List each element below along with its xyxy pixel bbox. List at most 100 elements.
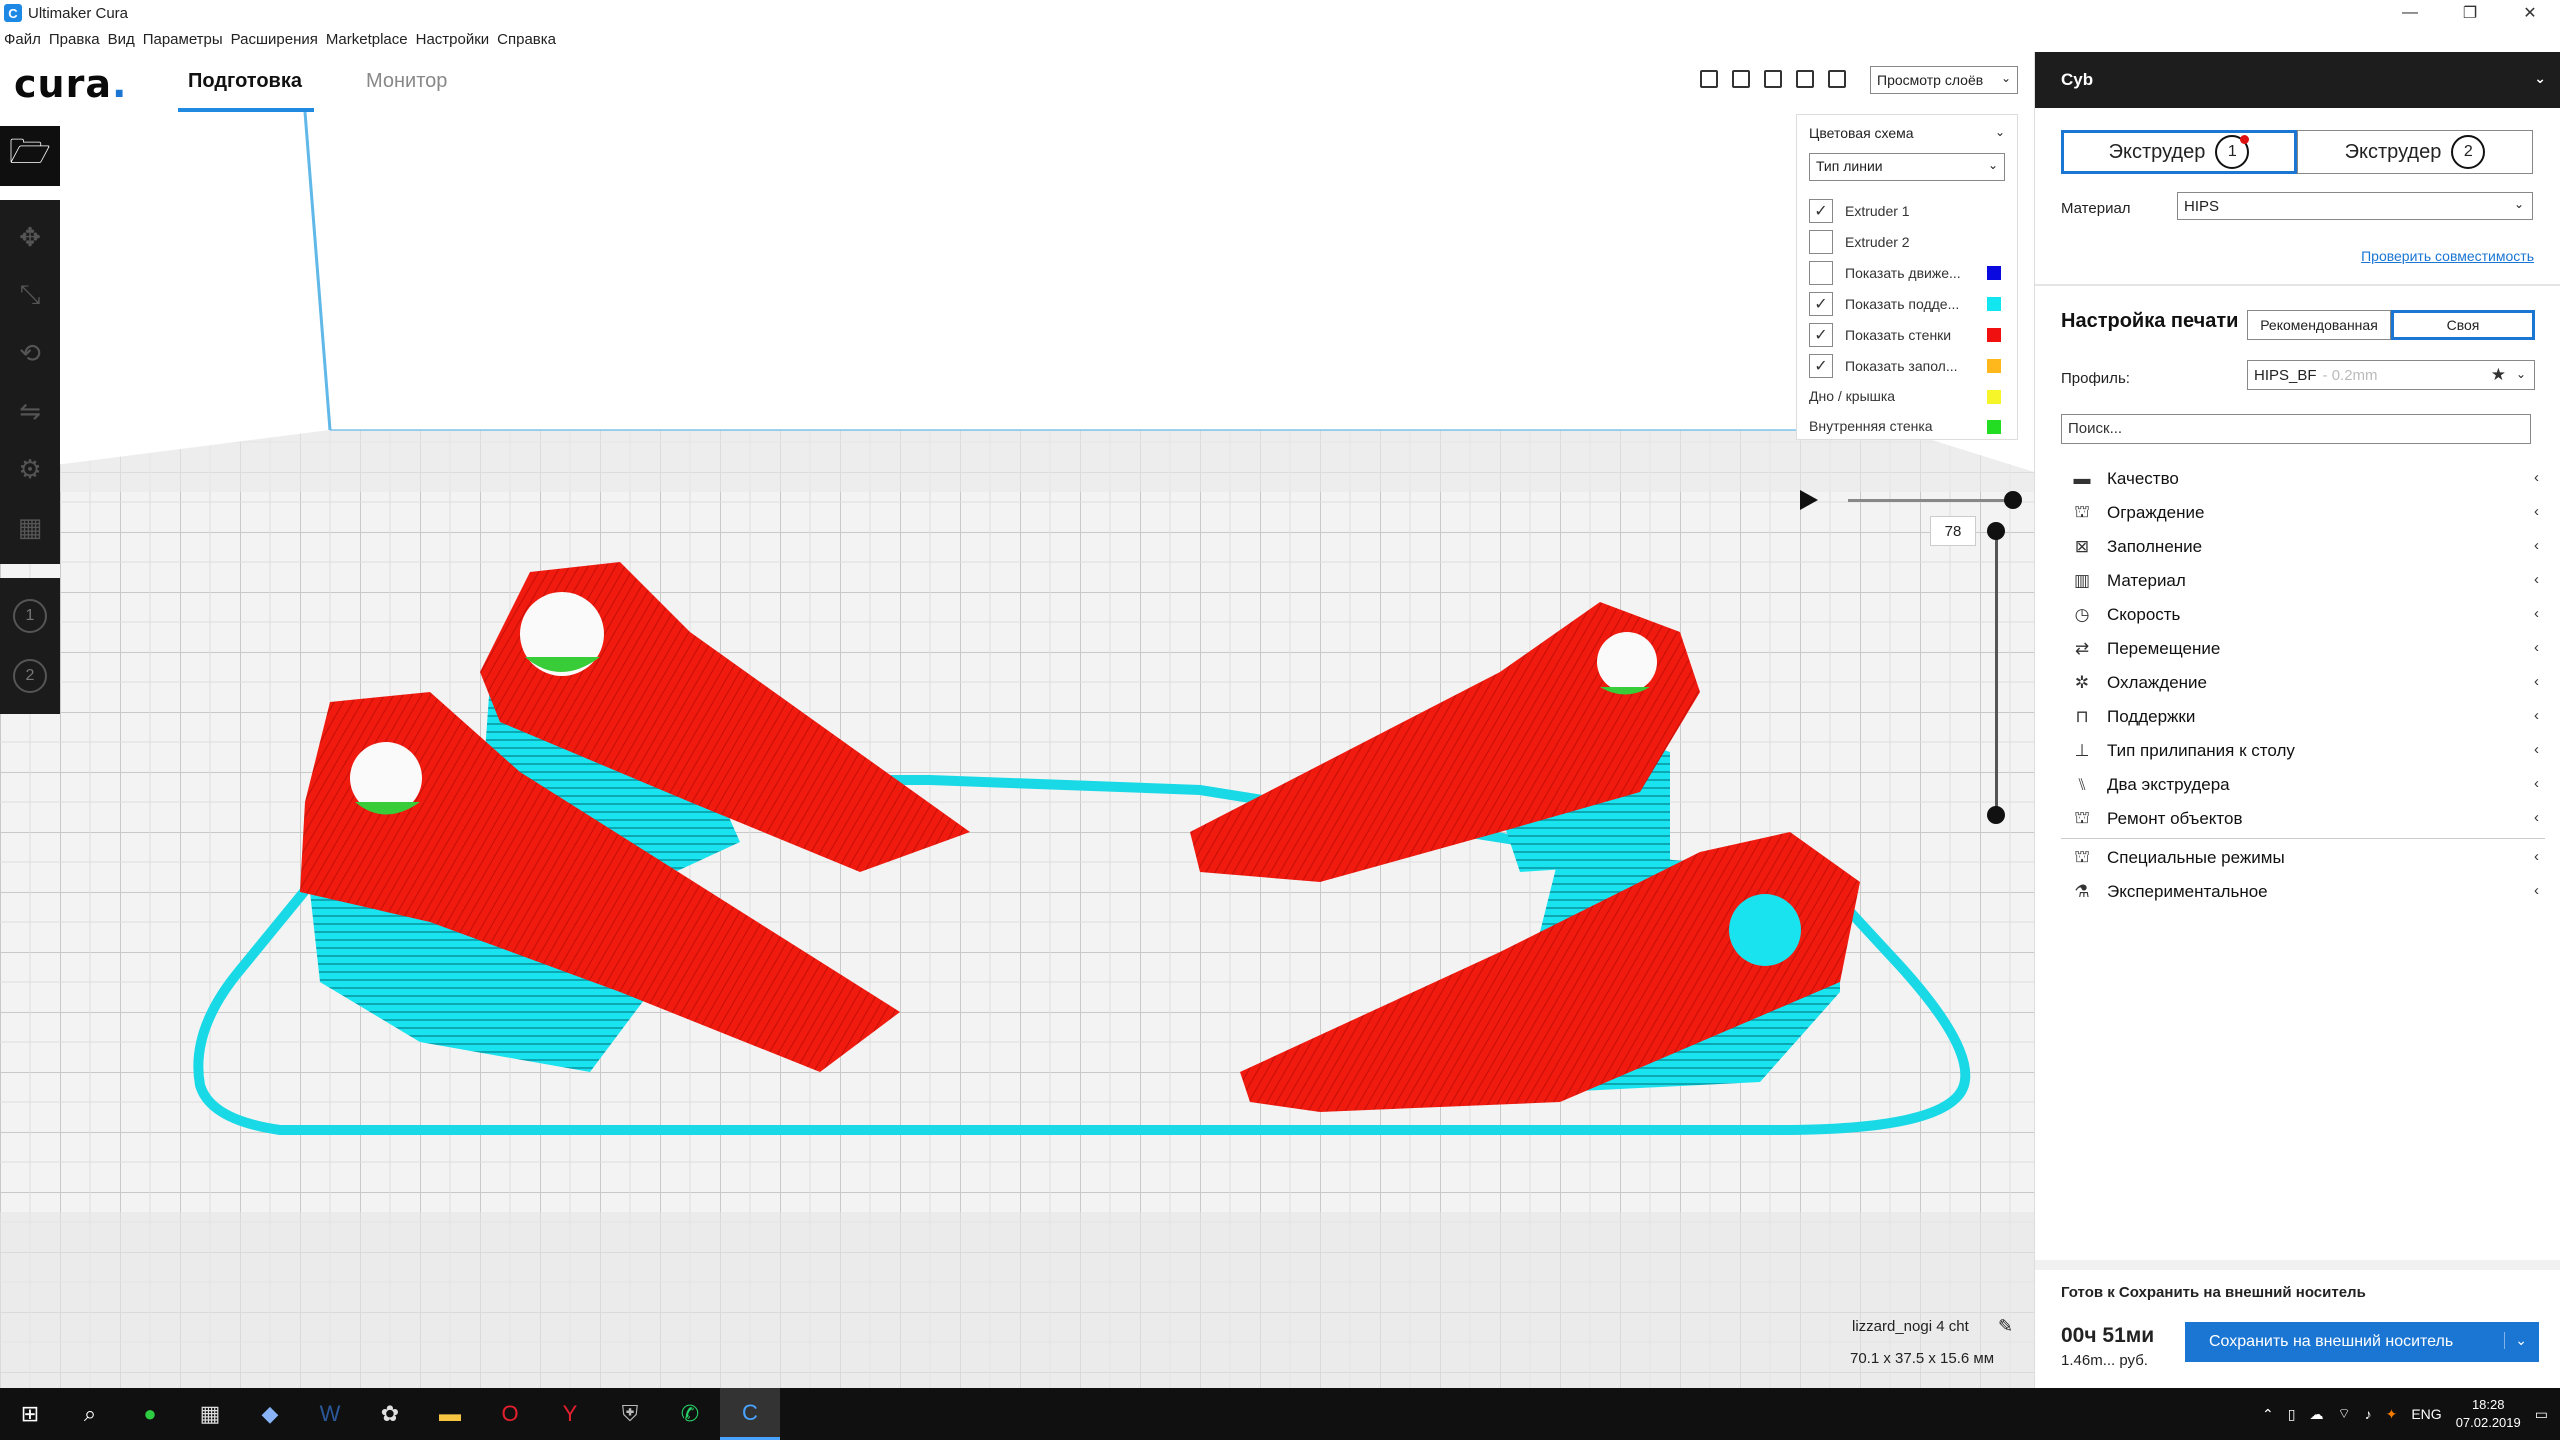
menu-preferences[interactable]: Настройки — [416, 31, 490, 48]
game-icon[interactable]: ⛨ — [600, 1388, 660, 1440]
checkbox[interactable]: ✓ — [1809, 291, 1833, 316]
support-blocker-icon[interactable]: ▦ — [0, 498, 60, 556]
category-dual-extrusion[interactable]: ⑊ Два экструдера ‹ — [2061, 768, 2545, 802]
path-slider-track[interactable] — [1848, 499, 2012, 502]
scheme-item-infill[interactable]: ✓ Показать запол... — [1809, 350, 2005, 381]
extruder-2-selector[interactable]: 2 — [0, 646, 60, 706]
line-type-select[interactable]: Тип линии ⌄ — [1809, 153, 2005, 181]
star-icon[interactable]: ★ — [2491, 365, 2506, 385]
maximize-button[interactable]: ❐ — [2440, 0, 2500, 26]
3d-viewport[interactable] — [0, 112, 2034, 1388]
scheme-item-walls[interactable]: ✓ Показать стенки — [1809, 319, 2005, 350]
cura-taskbar-icon[interactable]: C — [720, 1388, 780, 1440]
scheme-item-support[interactable]: ✓ Показать подде... — [1809, 288, 2005, 319]
checkbox[interactable]: ✓ — [1809, 353, 1833, 378]
view-3d-icon[interactable] — [1700, 70, 1718, 88]
tab-prepare[interactable]: Подготовка — [188, 70, 302, 93]
chevron-down-icon[interactable]: ⌄ — [2504, 1332, 2527, 1349]
notes-icon[interactable]: ◆ — [240, 1388, 300, 1440]
edit-pencil-icon[interactable]: ✎ — [1998, 1316, 2013, 1337]
menu-settings[interactable]: Параметры — [143, 31, 223, 48]
per-model-settings-icon[interactable]: ⚙ — [0, 440, 60, 498]
opera-icon[interactable]: O — [480, 1388, 540, 1440]
path-slider-handle[interactable] — [2004, 491, 2022, 509]
category-travel[interactable]: ⇄ Перемещение ‹ — [2061, 632, 2545, 666]
mode-custom-button[interactable]: Своя — [2391, 310, 2535, 340]
cloud-icon[interactable]: ☁ — [2309, 1406, 2323, 1423]
close-button[interactable]: ✕ — [2500, 0, 2560, 26]
category-cooling[interactable]: ✲ Охлаждение ‹ — [2061, 666, 2545, 700]
utorrent-icon[interactable]: ● — [120, 1388, 180, 1440]
view-front-icon[interactable] — [1732, 70, 1750, 88]
network-icon[interactable]: ⌔ — [2337, 1405, 2350, 1423]
layer-number-input[interactable]: 78 — [1930, 516, 1976, 546]
settings-search-input[interactable]: Поиск... — [2061, 414, 2531, 444]
move-tool-icon[interactable]: ✥ — [0, 208, 60, 266]
scale-tool-icon[interactable]: ⤡ — [0, 266, 60, 324]
color-scheme-header[interactable]: Цветовая схема ⌄ — [1809, 125, 2005, 145]
word-icon[interactable]: W — [300, 1388, 360, 1440]
calculator-icon[interactable]: ▦ — [180, 1388, 240, 1440]
menu-extensions[interactable]: Расширения — [231, 31, 318, 48]
app-tray-icon[interactable]: ✦ — [2386, 1406, 2398, 1423]
extruder-1-selector[interactable]: 1 — [0, 586, 60, 646]
category-special-modes[interactable]: ⛫ Специальные режимы ‹ — [2061, 841, 2545, 875]
printer-header[interactable]: Cyb ⌄ — [2035, 52, 2560, 108]
paint-icon[interactable]: ✿ — [360, 1388, 420, 1440]
menu-marketplace[interactable]: Marketplace — [326, 31, 408, 48]
category-adhesion[interactable]: ⊥ Тип прилипания к столу ‹ — [2061, 734, 2545, 768]
yandex-browser-icon[interactable]: Y — [540, 1388, 600, 1440]
scheme-item-travel[interactable]: Показать движе... — [1809, 257, 2005, 288]
clock[interactable]: 18:28 07.02.2019 — [2456, 1396, 2521, 1432]
menu-edit[interactable]: Правка — [49, 31, 100, 48]
extruder-2-tab[interactable]: Экструдер 2 — [2297, 130, 2533, 174]
mirror-tool-icon[interactable]: ⇋ — [0, 382, 60, 440]
menu-file[interactable]: Файл — [4, 31, 41, 48]
rotate-tool-icon[interactable]: ⟲ — [0, 324, 60, 382]
tray-chevron-up-icon[interactable]: ⌃ — [2262, 1406, 2274, 1423]
scheme-item-extruder-1[interactable]: ✓ Extruder 1 — [1809, 195, 2005, 226]
windows-start-icon[interactable]: ⊞ — [0, 1388, 60, 1440]
category-material[interactable]: ▥ Материал ‹ — [2061, 564, 2545, 598]
category-shell[interactable]: ⛫ Ограждение ‹ — [2061, 496, 2545, 530]
usb-icon[interactable]: ▯ — [2288, 1406, 2296, 1423]
checkbox[interactable] — [1809, 260, 1833, 285]
view-left-icon[interactable] — [1796, 70, 1814, 88]
search-icon[interactable]: ⌕ — [60, 1388, 120, 1440]
category-experimental[interactable]: ⚗ Экспериментальное ‹ — [2061, 875, 2545, 909]
checkbox[interactable]: ✓ — [1809, 322, 1833, 347]
extruder-1-tab[interactable]: Экструдер 1 — [2061, 130, 2297, 174]
camera-view-buttons — [1700, 70, 1846, 88]
checkbox[interactable] — [1809, 229, 1833, 254]
category-speed[interactable]: ◷ Скорость ‹ — [2061, 598, 2545, 632]
cura-app-icon: C — [4, 4, 22, 22]
notifications-icon[interactable]: ▭ — [2535, 1406, 2548, 1423]
check-compatibility-link[interactable]: Проверить совместимость — [2361, 248, 2534, 264]
profile-select[interactable]: HIPS_BF - 0.2mm ★ ⌄ — [2247, 360, 2535, 390]
view-mode-select[interactable]: Просмотр слоёв ⌄ — [1870, 66, 2018, 94]
category-infill[interactable]: ⊠ Заполнение ‹ — [2061, 530, 2545, 564]
menu-help[interactable]: Справка — [497, 31, 556, 48]
layer-slider-top-handle[interactable] — [1987, 522, 2005, 540]
layer-slider-track[interactable] — [1995, 530, 1998, 816]
category-support[interactable]: ⊓ Поддержки ‹ — [2061, 700, 2545, 734]
layer-slider-bottom-handle[interactable] — [1987, 806, 2005, 824]
checkbox[interactable]: ✓ — [1809, 198, 1833, 223]
scheme-item-extruder-2[interactable]: Extruder 2 — [1809, 226, 2005, 257]
category-mesh-fixes[interactable]: ⛫ Ремонт объектов ‹ — [2061, 802, 2545, 836]
play-simulation-button[interactable] — [1800, 490, 1818, 510]
language-indicator[interactable]: ENG — [2411, 1406, 2441, 1422]
mode-recommended-button[interactable]: Рекомендованная — [2247, 310, 2391, 340]
category-quality[interactable]: ▬ Качество ‹ — [2061, 462, 2545, 496]
open-file-button[interactable]: 🗁 — [0, 126, 60, 186]
minimize-button[interactable]: — — [2380, 0, 2440, 26]
volume-icon[interactable]: ♪ — [2365, 1406, 2372, 1422]
menu-view[interactable]: Вид — [108, 31, 135, 48]
file-explorer-icon[interactable]: ▬ — [420, 1388, 480, 1440]
view-right-icon[interactable] — [1828, 70, 1846, 88]
view-top-icon[interactable] — [1764, 70, 1782, 88]
save-to-removable-button[interactable]: Сохранить на внешний носитель ⌄ — [2185, 1322, 2539, 1362]
material-select[interactable]: HIPS ⌄ — [2177, 192, 2533, 220]
whatsapp-icon[interactable]: ✆ — [660, 1388, 720, 1440]
tab-monitor[interactable]: Монитор — [366, 70, 447, 93]
